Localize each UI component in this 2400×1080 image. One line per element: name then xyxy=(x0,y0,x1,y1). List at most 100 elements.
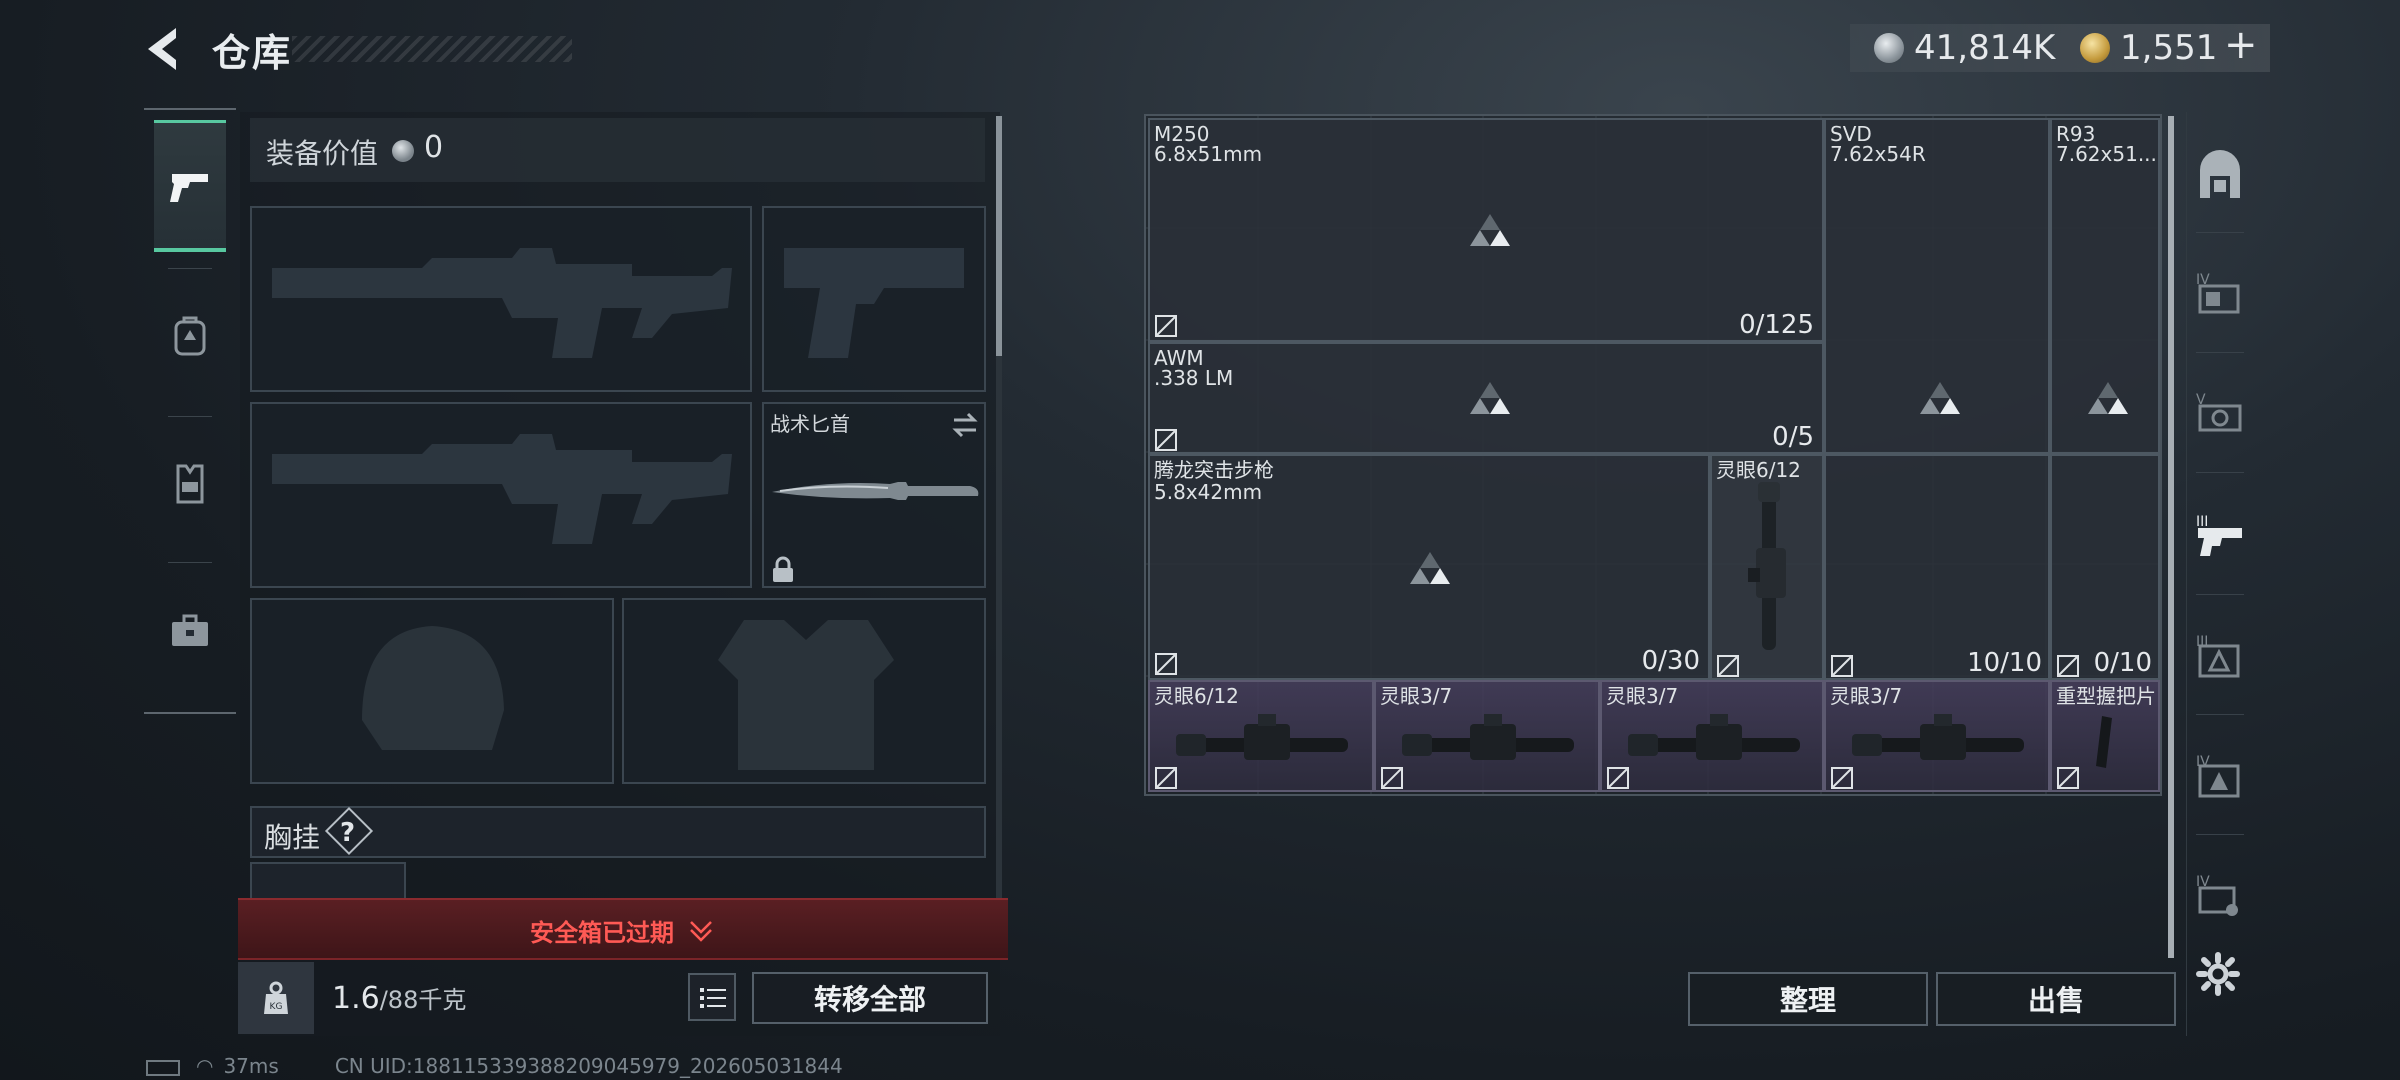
scope-vertical-icon xyxy=(1748,482,1786,650)
item-scope-3-7[interactable]: 灵眼3/7 xyxy=(1600,680,1824,792)
chevron-down-icon xyxy=(690,921,712,942)
item-m250[interactable]: M250 6.8x51mm 0/125 xyxy=(1148,118,1824,342)
uid-text: CN UID:188115339388209045979_20260503184… xyxy=(334,1054,843,1078)
weight-max: /88千克 xyxy=(379,986,467,1014)
nav-backpack[interactable] xyxy=(154,270,226,402)
swap-icon[interactable] xyxy=(950,410,980,440)
storage-tab-6-icon[interactable]: IV xyxy=(2192,866,2248,922)
storage-tab-3-icon[interactable]: III xyxy=(2192,506,2248,562)
secondary-weapon-slot[interactable] xyxy=(250,402,752,588)
briefcase-icon xyxy=(172,614,208,646)
item-ammo: 7.62x54R xyxy=(1830,142,1926,166)
item-scope-3-7[interactable]: 灵眼3/7 xyxy=(1824,680,2050,792)
tab-divider xyxy=(2196,834,2244,835)
gold-currency-amount: 1,551 xyxy=(2120,28,2218,68)
rifle-silhouette-icon xyxy=(272,434,732,544)
no-trade-icon xyxy=(2057,655,2079,677)
pistol-slot[interactable] xyxy=(762,206,986,392)
tab-divider xyxy=(2196,714,2244,715)
knife-slot[interactable]: 战术匕首 xyxy=(762,402,986,588)
page-title: 仓库 xyxy=(212,31,293,75)
list-icon xyxy=(700,988,726,1008)
nav-divider xyxy=(168,562,212,563)
ping-text: 37ms xyxy=(223,1054,279,1078)
settings-gear-icon[interactable] xyxy=(2196,952,2240,996)
nav-vest[interactable] xyxy=(154,418,226,550)
item-svd[interactable]: SVD 7.62x54R xyxy=(1824,118,2050,454)
primary-weapon-slot[interactable] xyxy=(250,206,752,392)
sell-button[interactable]: 出售 xyxy=(1936,972,2176,1026)
add-currency-button[interactable]: + xyxy=(2224,22,2258,68)
no-trade-icon xyxy=(1831,655,1853,677)
item-tenglong-rifle[interactable]: 腾龙突击步枪 5.8x42mm 0/30 xyxy=(1148,454,1710,680)
no-trade-icon xyxy=(1155,767,1177,789)
weight-icon: KG xyxy=(264,981,288,1014)
transfer-all-button[interactable]: 转移全部 xyxy=(752,972,988,1024)
knife-slot-label: 战术匕首 xyxy=(770,412,850,436)
storage-tab-1-icon[interactable]: IV xyxy=(2192,264,2248,320)
item-name: 灵眼6/12 xyxy=(1154,684,1239,708)
item-heavy-grip[interactable]: 重型握把片 xyxy=(2050,680,2160,792)
item-scope-3-7[interactable]: 灵眼3/7 xyxy=(1374,680,1600,792)
value-coin-icon xyxy=(392,140,414,162)
item-count: 0/5 xyxy=(1772,422,1814,452)
nav-case[interactable] xyxy=(154,564,226,696)
nav-weapons[interactable] xyxy=(154,120,226,252)
no-trade-icon xyxy=(2057,767,2079,789)
rarity-triangle-icon xyxy=(1920,382,1960,414)
silver-currency-amount: 41,814K xyxy=(1914,28,2056,68)
grip-icon xyxy=(2096,716,2112,768)
no-trade-icon xyxy=(1831,767,1853,789)
item-ammo: .338 LM xyxy=(1154,366,1234,390)
storage-tab-5-icon[interactable]: IV xyxy=(2192,746,2248,802)
item-scope-6-12-vertical[interactable]: 灵眼6/12 xyxy=(1710,454,1824,680)
rarity-triangle-icon xyxy=(1470,382,1510,414)
item-name: SVD xyxy=(1830,122,1872,146)
help-icon-mark: ? xyxy=(340,818,356,848)
weight-icon-box: KG xyxy=(238,962,314,1034)
tier-label: IV xyxy=(2196,754,2210,770)
equipment-scrollbar-thumb[interactable] xyxy=(996,116,1002,356)
helmet-slot[interactable] xyxy=(250,598,614,784)
list-view-button[interactable] xyxy=(688,973,736,1021)
item-count: 0/125 xyxy=(1739,310,1814,340)
equipment-value: 0 xyxy=(424,130,444,165)
lock-icon xyxy=(773,556,793,582)
scope-icon xyxy=(1852,714,2024,760)
silver-coin-icon xyxy=(1874,33,1904,63)
rarity-triangle-icon xyxy=(2088,382,2128,414)
nav-divider xyxy=(168,416,212,417)
status-footer: ◠ 37ms CN UID:188115339388209045979_202605… xyxy=(146,1054,843,1078)
item-magazine[interactable]: 0/10 xyxy=(2050,454,2160,680)
item-count: 0/30 xyxy=(1641,646,1700,676)
storage-scrollbar-thumb[interactable] xyxy=(2168,116,2174,958)
weight-current: 1.6 xyxy=(332,981,380,1016)
item-r93[interactable]: R93 7.62x51... xyxy=(2050,118,2160,454)
item-awm[interactable]: AWM .338 LM 0/5 xyxy=(1148,342,1824,454)
no-trade-icon xyxy=(1717,655,1739,677)
item-name: 灵眼3/7 xyxy=(1830,684,1903,708)
armor-slot[interactable] xyxy=(622,598,986,784)
no-trade-icon xyxy=(1155,429,1177,451)
no-trade-icon xyxy=(1155,315,1177,337)
tab-divider xyxy=(2196,594,2244,595)
item-scope-6-12[interactable]: 灵眼6/12 xyxy=(1148,680,1374,792)
scope-icon xyxy=(1402,714,1574,760)
safe-box-expired-text: 安全箱已过期 xyxy=(530,919,674,947)
item-ammo: 6.8x51mm xyxy=(1154,142,1263,166)
storage-tab-4-icon[interactable]: III xyxy=(2192,626,2248,682)
item-ammo: 7.62x51... xyxy=(2056,144,2157,164)
back-arrow-icon[interactable] xyxy=(140,24,190,74)
item-name: M250 xyxy=(1154,122,1210,146)
tab-divider xyxy=(2196,472,2244,473)
organize-button[interactable]: 整理 xyxy=(1688,972,1928,1026)
no-trade-icon xyxy=(1607,767,1629,789)
item-name: 灵眼6/12 xyxy=(1716,458,1801,482)
storage-home-icon[interactable] xyxy=(2192,148,2248,204)
item-ammo-stack[interactable]: 10/10 xyxy=(1824,454,2050,680)
storage-tab-2-icon[interactable]: V xyxy=(2192,384,2248,440)
no-trade-icon xyxy=(1155,653,1177,675)
item-name: AWM xyxy=(1154,346,1204,370)
chest-rig-label: 胸挂 xyxy=(264,821,321,854)
tab-divider xyxy=(2196,232,2244,233)
